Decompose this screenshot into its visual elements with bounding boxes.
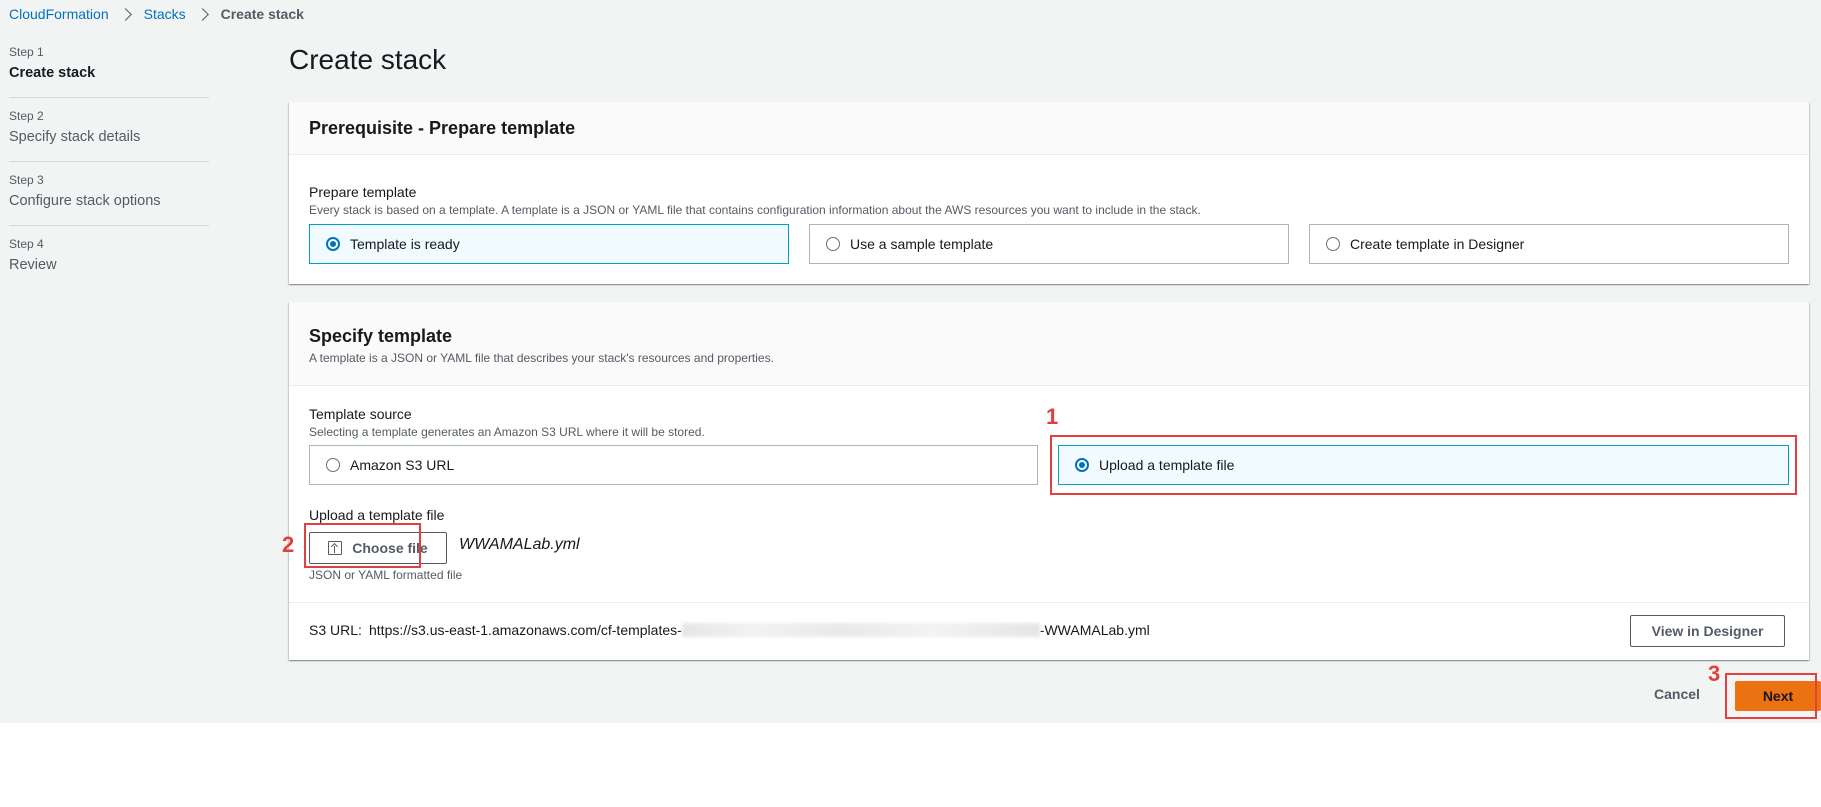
redacted-bucket-id [681,623,1040,637]
s3-url-suffix: -WWAMALab.yml [1039,622,1150,638]
radio-selected-icon [326,237,340,251]
breadcrumb-cloudformation[interactable]: CloudFormation [9,6,109,22]
s3-url-label: S3 URL: [309,622,362,638]
wizard-step-3: Step 3 Configure stack options [9,172,209,226]
view-in-designer-button[interactable]: View in Designer [1630,615,1785,647]
chevron-right-icon [195,7,209,21]
radio-icon [1326,237,1340,251]
option-label: Amazon S3 URL [350,457,455,473]
option-label: Use a sample template [850,236,994,252]
s3-url-row: S3 URL: https://s3.us-east-1.amazonaws.c… [289,602,1809,660]
choose-file-label: Choose file [352,540,428,556]
cancel-button[interactable]: Cancel [1654,686,1700,702]
option-label: Create template in Designer [1350,236,1525,252]
step-number: Step 3 [9,173,44,187]
step-number: Step 4 [9,237,44,251]
upload-icon [328,541,343,555]
option-sample-template[interactable]: Use a sample template [809,224,1289,264]
prerequisite-panel: Prerequisite - Prepare template Prepare … [289,102,1809,284]
annotation-number-2: 2 [282,532,295,557]
panel-title: Prerequisite - Prepare template [309,117,576,138]
specify-template-panel: Specify template A template is a JSON or… [289,302,1809,660]
wizard-step-1: Step 1 Create stack [9,44,209,98]
chevron-right-icon [118,7,132,21]
option-create-in-designer[interactable]: Create template in Designer [1309,224,1789,264]
step-title: Review [9,257,57,273]
breadcrumb-stacks[interactable]: Stacks [144,6,186,22]
step-number: Step 2 [9,109,44,123]
upload-file-label: Upload a template file [309,507,445,523]
step-number: Step 1 [9,45,44,59]
wizard-steps: Step 1 Create stack Step 2 Specify stack… [9,44,209,299]
field-description: Every stack is based on a template. A te… [309,203,1201,217]
step-title: Configure stack options [9,193,161,209]
wizard-step-2: Step 2 Specify stack details [9,108,209,162]
upload-hint: JSON or YAML formatted file [309,568,463,582]
step-title: Specify stack details [9,129,141,145]
annotation-number-3: 3 [1708,661,1721,686]
choose-file-button[interactable]: Choose file [309,532,447,564]
s3-url-value: https://s3.us-east-1.amazonaws.com/cf-te… [369,622,1150,638]
panel-description: A template is a JSON or YAML file that d… [309,351,774,365]
radio-icon [826,237,840,251]
selected-file-name: WWAMALab.yml [459,536,580,553]
next-button[interactable]: Next [1735,681,1821,711]
panel-header: Prerequisite - Prepare template [289,102,1809,155]
page-title: Create stack [289,44,447,75]
s3-url-prefix: https://s3.us-east-1.amazonaws.com/cf-te… [369,622,682,638]
option-upload-template-file[interactable]: Upload a template file [1058,445,1789,485]
breadcrumb-current: Create stack [220,6,304,22]
breadcrumb: CloudFormation Stacks Create stack [9,4,304,24]
option-template-ready[interactable]: Template is ready [309,224,789,264]
app-background: CloudFormation Stacks Create stack Step … [0,0,1821,723]
option-label: Upload a template file [1099,457,1235,473]
radio-selected-icon [1075,458,1089,472]
field-description: Selecting a template generates an Amazon… [309,425,705,439]
field-label: Template source [309,406,412,422]
annotation-number-1: 1 [1046,404,1059,429]
prepare-template-field: Prepare template Every stack is based on… [309,184,1201,217]
radio-icon [326,458,340,472]
option-amazon-s3-url[interactable]: Amazon S3 URL [309,445,1038,485]
option-label: Template is ready [350,236,460,252]
panel-title: Specify template [309,326,453,346]
field-label: Prepare template [309,184,417,200]
template-source-field: Template source Selecting a template gen… [309,406,705,439]
panel-header: Specify template A template is a JSON or… [289,302,1809,386]
step-title: Create stack [9,65,96,81]
wizard-step-4: Step 4 Review [9,236,209,289]
